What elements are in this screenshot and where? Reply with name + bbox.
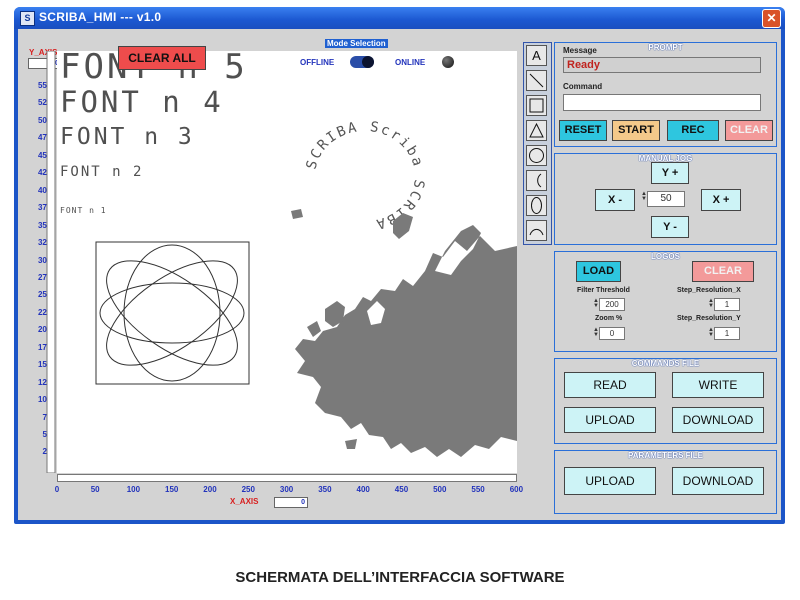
x-axis-label: X_AXIS (230, 497, 259, 506)
client-area: Y_AXIS 0 550-525-500-475-450-425-400-375… (18, 29, 781, 520)
parameters-file-title: PARAMETERS FILE (626, 451, 705, 460)
logos-title: LOGOS (649, 252, 682, 261)
logos-panel: LOGOS LOAD CLEAR Filter Threshold ▲ ▼ 200… (554, 251, 777, 352)
line-tool-icon[interactable] (526, 70, 547, 91)
step-resolution-y-label: Step_Resolution_Y (677, 315, 741, 322)
x-tick-label: 200 (203, 485, 217, 494)
font-sample-4: FONT n 4 (60, 85, 224, 119)
filter-spinner-arrows[interactable]: ▲ ▼ (593, 298, 599, 310)
x-tick-label: 550 (471, 485, 485, 494)
x-axis-slider[interactable] (57, 474, 517, 482)
x-tick-label: 300 (279, 485, 294, 494)
reset-button[interactable]: RESET (559, 120, 607, 141)
x-tick-label: 500 (433, 485, 447, 494)
filter-threshold-label: Filter Threshold (577, 287, 630, 294)
command-label: Command (563, 82, 603, 91)
y-plus-button[interactable]: Y + (651, 162, 689, 184)
mode-selection-title: Mode Selection (325, 39, 388, 48)
logos-load-button[interactable]: LOAD (576, 261, 621, 282)
message-display: Ready (563, 57, 761, 73)
toggle-knob (362, 56, 374, 68)
x-tick-label: 600 (509, 485, 524, 494)
zoom-input[interactable]: 0 (599, 327, 625, 340)
step-resolution-x-label: Step_Resolution_X (677, 287, 741, 294)
commands-upload-button[interactable]: UPLOAD (564, 407, 656, 433)
x-tick-label: 150 (165, 485, 179, 494)
x-tick-label: 100 (126, 485, 141, 494)
font-sample-3: FONT n 3 (60, 124, 195, 150)
step-spinner-arrows[interactable]: ▲ ▼ (641, 191, 647, 203)
x-tick-label: 0 (54, 485, 60, 494)
parameters-download-button[interactable]: DOWNLOAD (672, 467, 764, 495)
arc-tool-icon[interactable] (526, 170, 547, 191)
y-axis-slider[interactable] (46, 51, 56, 473)
prompt-title: PROMPT (646, 43, 685, 52)
font-sample-1: FONT n 1 (60, 206, 107, 215)
x-tick-label: 350 (318, 485, 332, 494)
jog-step-input[interactable]: 50 (647, 191, 685, 207)
write-button[interactable]: WRITE (672, 372, 764, 398)
font-sample-2: FONT n 2 (60, 164, 144, 180)
filter-threshold-input[interactable]: 200 (599, 298, 625, 311)
step-resolution-y-input[interactable]: 1 (714, 327, 740, 340)
lissajous-figure (95, 241, 250, 385)
close-button[interactable]: ✕ (762, 9, 781, 28)
prompt-panel: PROMPT Message Ready Command RESET START… (554, 42, 777, 147)
offline-label: OFFLINE (300, 58, 335, 67)
manual-jog-panel: MANUAL JOG Y + X - ▲ ▼ 50 X + Y - (554, 153, 777, 245)
y-minus-button[interactable]: Y - (651, 216, 689, 238)
online-label: ONLINE (395, 58, 426, 67)
x-plus-button[interactable]: X + (701, 189, 741, 211)
x-tick-label: 250 (241, 485, 255, 494)
ellipse-tool-icon[interactable] (526, 195, 547, 216)
zoom-spinner-arrows[interactable]: ▲ ▼ (593, 327, 599, 339)
mode-toggle-switch[interactable] (350, 56, 374, 68)
commands-file-title: COMMANDS FILE (629, 359, 702, 368)
app-icon: S (20, 11, 35, 26)
commands-file-panel: COMMANDS FILE READ WRITE UPLOAD DOWNLOAD (554, 358, 777, 444)
figure-caption: SCHERMATA DELL’INTERFACCIA SOFTWARE (235, 569, 565, 586)
commands-download-button[interactable]: DOWNLOAD (672, 407, 764, 433)
x-tick-label: 50 (90, 485, 100, 494)
x-tick-label: 400 (356, 485, 370, 494)
bottom-arc-tool-icon[interactable] (526, 220, 547, 241)
parameters-file-panel: PARAMETERS FILE UPLOAD DOWNLOAD (554, 450, 777, 514)
step-x-spinner-arrows[interactable]: ▲ ▼ (708, 298, 714, 310)
drawing-tools-bar: A (523, 42, 552, 245)
step-y-spinner-arrows[interactable]: ▲ ▼ (708, 327, 714, 339)
europe-map-logo (291, 209, 517, 457)
window-title: SCRIBA_HMI --- v1.0 (39, 10, 162, 24)
command-input[interactable] (563, 94, 761, 111)
prompt-clear-button[interactable]: CLEAR (725, 120, 773, 141)
logos-clear-button[interactable]: CLEAR (692, 261, 754, 282)
read-button[interactable]: READ (564, 372, 656, 398)
drawing-canvas[interactable]: FONT n 5 FONT n 4 FONT n 3 FONT n 2 FONT… (57, 51, 517, 473)
text-tool-icon[interactable]: A (526, 45, 547, 66)
start-button[interactable]: START (612, 120, 660, 141)
parameters-upload-button[interactable]: UPLOAD (564, 467, 656, 495)
circle-tool-icon[interactable] (526, 145, 547, 166)
x-minus-button[interactable]: X - (595, 189, 635, 211)
rec-button[interactable]: REC (667, 120, 719, 141)
clear-all-button[interactable]: CLEAR ALL (118, 46, 206, 70)
triangle-tool-icon[interactable] (526, 120, 547, 141)
online-status-led (442, 56, 454, 68)
message-label: Message (563, 46, 597, 55)
step-resolution-x-input[interactable]: 1 (714, 298, 740, 311)
zoom-label: Zoom % (595, 315, 623, 322)
app-window: S SCRIBA_HMI --- v1.0 ✕ Y_AXIS 0 550-525… (14, 7, 785, 524)
title-bar[interactable]: S SCRIBA_HMI --- v1.0 ✕ (14, 7, 785, 29)
x-axis-readout: 0 (274, 497, 308, 508)
x-tick-label: 450 (394, 485, 409, 494)
rectangle-tool-icon[interactable] (526, 95, 547, 116)
